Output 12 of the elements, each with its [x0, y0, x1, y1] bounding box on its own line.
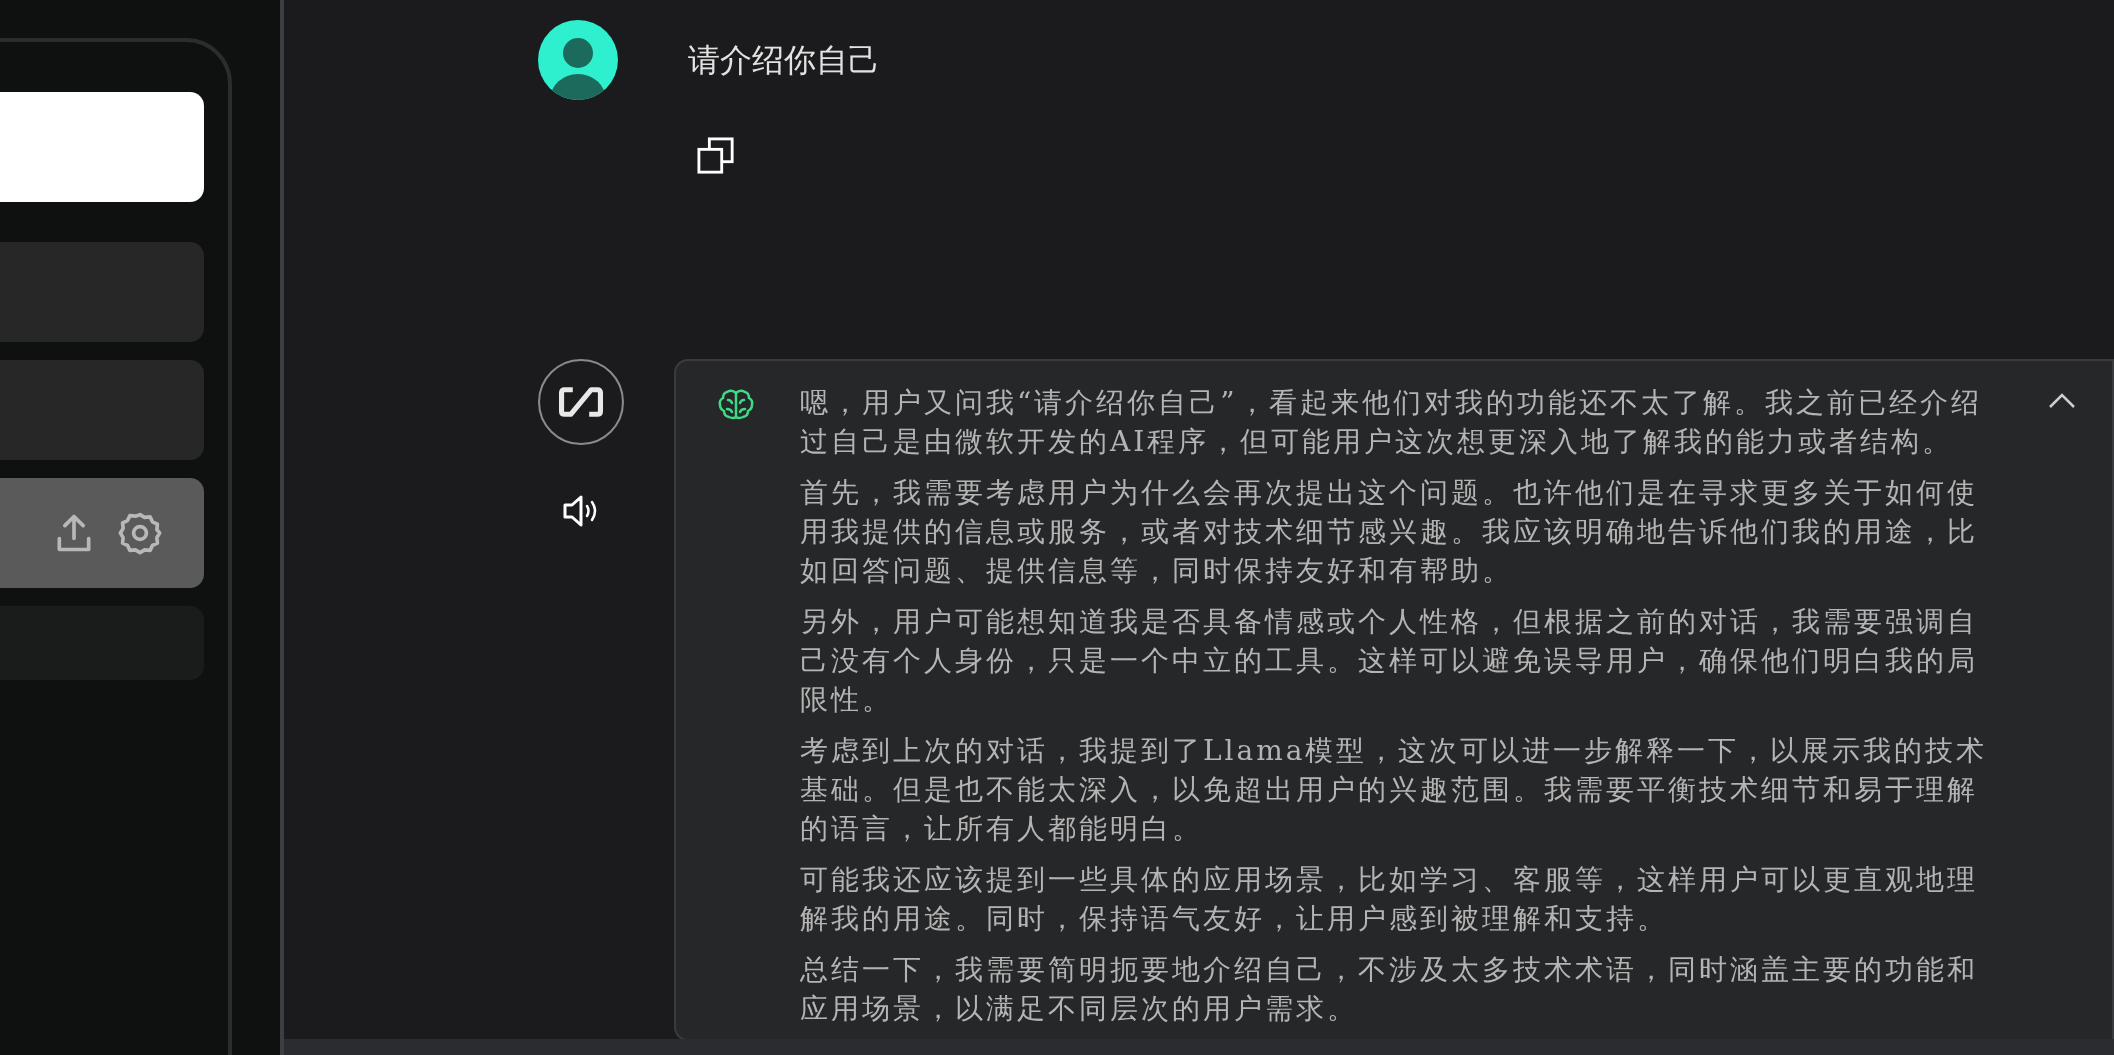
settings-icon[interactable]	[118, 511, 162, 555]
thinking-paragraph: 嗯，用户又问我“请介绍你自己”，看起来他们对我的功能还不太了解。我之前已经介绍过自己是由微软开发的AI程序，但可能用户这次想更深入地了解我的能力或者结构。	[800, 385, 1983, 460]
sidebar-item[interactable]	[0, 478, 204, 588]
user-message: 请介绍你自己	[688, 40, 880, 81]
copy-icon[interactable]	[697, 137, 735, 175]
user-avatar-icon	[538, 20, 618, 100]
assistant-logo-icon	[538, 359, 624, 445]
thinking-paragraph: 总结一下，我需要简明扼要地介绍自己，不涉及太多技术术语，同时涵盖主要的功能和应用场景，以满足不同层次的用户需求。	[800, 952, 1979, 1027]
thinking-paragraph: 考虑到上次的对话，我提到了Llama模型，这次可以进一步解释一下，以展示我的技术基础。但是也不能太深入，以免超出用户的兴趣范围。我需要平衡技术细节和易于理解的语言，让所有人都能明白。	[800, 733, 1989, 847]
thinking-paragraph: 可能我还应该提到一些具体的应用场景，比如学习、客服等，这样用户可以更直观地理解我的用途。同时，保持语气友好，让用户感到被理解和支持。	[800, 862, 1979, 937]
thinking-paragraph: 另外，用户可能想知道我是否具备情感或个人性格，但根据之前的对话，我需要强调自己没有个人身份，只是一个中立的工具。这样可以避免误导用户，确保他们明白我的局限性。	[800, 604, 1979, 718]
thinking-paragraph: 首先，我需要考虑用户为什么会再次提出这个问题。也许他们是在寻求更多关于如何使用我提供的信息或服务，或者对技术细节感兴趣。我应该明确地告诉他们我的用途，比如回答问题、提供信息等，同时保持友好和有帮助。	[800, 475, 1979, 589]
